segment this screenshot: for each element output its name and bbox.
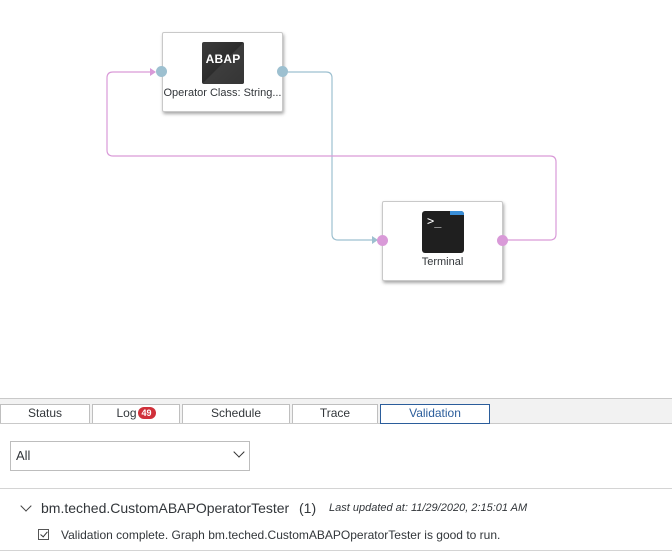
input-port[interactable] — [377, 235, 388, 246]
tab-label: Trace — [319, 406, 351, 420]
connection-wires — [106, 68, 557, 244]
tab-label: Log — [116, 406, 137, 420]
divider — [0, 488, 672, 489]
divider — [0, 550, 672, 551]
log-count-badge: 49 — [137, 407, 156, 419]
chevron-down-icon — [233, 446, 245, 458]
validation-panel: All bm.teched.CustomABAPOperatorTester (… — [0, 424, 672, 554]
abap-icon: ABAP — [202, 42, 244, 84]
terminal-icon: >_ — [422, 211, 464, 253]
tab-log[interactable]: Log 49 — [92, 404, 180, 423]
terminal-icon-text: >_ — [427, 214, 442, 228]
output-port[interactable] — [277, 66, 288, 77]
filter-value: All — [16, 448, 31, 463]
tab-label: Schedule — [210, 406, 262, 420]
graph-canvas[interactable]: ABAP Operator Class: String... >_ Termin… — [0, 0, 672, 398]
result-message: Validation complete. Graph bm.teched.Cus… — [61, 528, 501, 542]
graph-name: bm.teched.CustomABAPOperatorTester — [41, 500, 290, 516]
checkbox-icon — [38, 529, 49, 540]
abap-icon-text: ABAP — [205, 52, 241, 66]
bottom-tab-bar: Status Log 49 Schedule Trace Validation — [0, 398, 672, 424]
tab-label: Status — [27, 406, 63, 420]
tab-schedule[interactable]: Schedule — [182, 404, 290, 423]
last-updated: Last updated at: 11/29/2020, 2:15:01 AM — [329, 502, 528, 514]
input-port[interactable] — [156, 66, 167, 77]
tab-status[interactable]: Status — [0, 404, 90, 423]
chevron-down-icon[interactable] — [20, 500, 32, 512]
tab-label: Validation — [409, 406, 461, 420]
node-label: Operator Class: String... — [163, 87, 282, 99]
tab-validation[interactable]: Validation — [380, 404, 490, 424]
node-terminal[interactable]: >_ Terminal — [382, 201, 503, 281]
filter-select[interactable]: All — [10, 441, 250, 471]
result-count: (1) — [299, 500, 317, 516]
tab-trace[interactable]: Trace — [292, 404, 378, 423]
output-port[interactable] — [497, 235, 508, 246]
node-operator-class[interactable]: ABAP Operator Class: String... — [162, 32, 283, 112]
node-label: Terminal — [421, 256, 464, 268]
